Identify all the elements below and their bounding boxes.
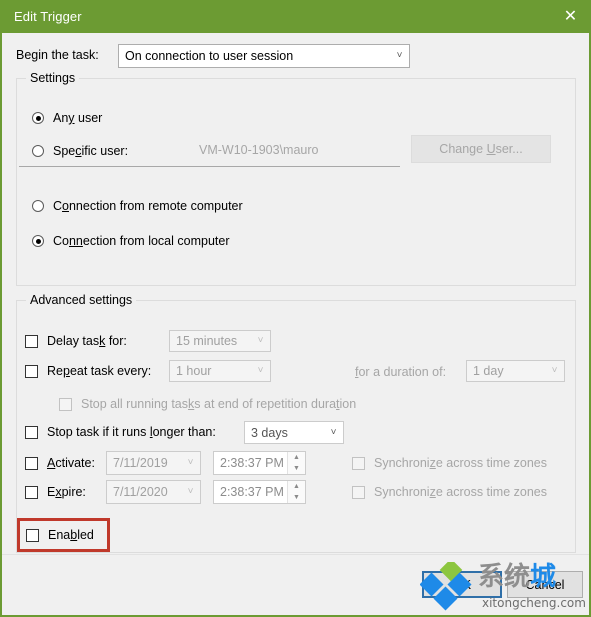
- spinner-buttons[interactable]: ▲ ▼: [287, 481, 305, 503]
- settings-group-legend: Settings: [26, 71, 80, 85]
- radio-connection-local[interactable]: Connection from local computer: [32, 234, 229, 248]
- change-user-button-label: Change User...: [439, 142, 523, 156]
- expire-time-value: 2:38:37 PM: [220, 485, 284, 499]
- radio-connection-local-label: Connection from local computer: [53, 234, 230, 248]
- spinner-down-icon[interactable]: ▼: [288, 463, 305, 474]
- checkbox-enabled-label: Enabled: [48, 528, 94, 542]
- checkbox-repeat-task[interactable]: Repeat task every:: [25, 364, 151, 378]
- checkbox-activate-sync-timezones[interactable]: Synchronize across time zones: [352, 456, 547, 470]
- radio-connection-remote[interactable]: Connection from remote computer: [32, 199, 243, 213]
- begin-task-row: Begin the task: On connection to user se…: [16, 44, 576, 68]
- enabled-highlight-box: Enabled: [17, 518, 110, 552]
- specific-user-field-underline: [19, 166, 400, 167]
- checkbox-expire-sync-timezones-label: Synchronize across time zones: [374, 485, 548, 499]
- chevron-down-icon: ˅: [257, 335, 264, 346]
- activate-date-value: 7/11/2019: [113, 456, 168, 470]
- begin-task-combo[interactable]: On connection to user session ˅: [118, 44, 410, 68]
- checkbox-repeat-task-label: Repeat task every:: [47, 364, 152, 378]
- checkbox-expire-sync-timezones-mark: [352, 485, 365, 499]
- checkbox-stop-all-running[interactable]: Stop all running tasks at end of repetit…: [59, 397, 356, 411]
- checkbox-stop-task-longer-label: Stop task if it runs longer than:: [47, 425, 216, 439]
- advanced-settings-group-legend: Advanced settings: [26, 293, 137, 307]
- cancel-button-label: Cancel: [525, 577, 565, 592]
- chevron-down-icon: ˅: [187, 486, 194, 497]
- checkbox-activate-label: Activate:: [47, 456, 95, 470]
- checkbox-expire-mark: [25, 485, 38, 499]
- radio-specific-user-mark: [32, 145, 44, 157]
- chevron-down-icon: ˅: [396, 50, 403, 61]
- radio-connection-remote-label: Connection from remote computer: [53, 199, 243, 213]
- spinner-up-icon[interactable]: ▲: [288, 481, 305, 492]
- chevron-down-icon: ˅: [257, 365, 264, 376]
- checkbox-stop-all-running-label: Stop all running tasks at end of repetit…: [81, 397, 357, 411]
- ok-button-label: OK: [452, 577, 472, 592]
- radio-connection-local-mark: [32, 235, 44, 247]
- stop-task-longer-combo[interactable]: 3 days ˅: [244, 421, 344, 444]
- repeat-task-combo-value: 1 hour: [176, 364, 212, 378]
- begin-task-combo-value: On connection to user session: [125, 49, 294, 63]
- expire-date-combo[interactable]: 7/11/2020 ˅: [106, 480, 201, 504]
- checkbox-repeat-task-mark: [25, 364, 38, 378]
- duration-combo-value: 1 day: [473, 364, 504, 378]
- repeat-task-combo[interactable]: 1 hour ˅: [169, 360, 271, 382]
- checkbox-delay-task-mark: [25, 334, 38, 348]
- dialog-body: Begin the task: On connection to user se…: [2, 33, 589, 614]
- cancel-button[interactable]: Cancel: [507, 571, 583, 598]
- title-bar: Edit Trigger ✕: [2, 0, 589, 33]
- radio-connection-remote-mark: [32, 200, 44, 212]
- activate-time-spinner[interactable]: 2:38:37 PM ▲ ▼: [213, 451, 306, 475]
- checkbox-delay-task[interactable]: Delay task for:: [25, 334, 127, 348]
- chevron-down-icon: ˅: [187, 457, 194, 468]
- activate-time-value: 2:38:37 PM: [220, 456, 284, 470]
- radio-any-user-label: Any user: [53, 111, 103, 125]
- change-user-button[interactable]: Change User...: [411, 135, 551, 163]
- checkbox-stop-task-longer[interactable]: Stop task if it runs longer than:: [25, 425, 216, 439]
- checkbox-expire[interactable]: Expire:: [25, 485, 86, 499]
- window-title: Edit Trigger: [14, 9, 82, 24]
- radio-specific-user[interactable]: Specific user:: [32, 144, 128, 158]
- delay-task-combo-value: 15 minutes: [176, 334, 238, 348]
- delay-task-combo[interactable]: 15 minutes ˅: [169, 330, 271, 352]
- radio-any-user-mark: [32, 112, 44, 124]
- edit-trigger-dialog: Edit Trigger ✕ Begin the task: On connec…: [0, 0, 591, 617]
- checkbox-stop-all-running-mark: [59, 397, 72, 411]
- checkbox-enabled[interactable]: Enabled: [26, 528, 94, 542]
- chevron-down-icon: ˅: [330, 426, 337, 438]
- settings-group: Settings: [16, 71, 576, 286]
- dialog-footer: OK Cancel: [2, 554, 589, 614]
- begin-task-label: Begin the task:: [16, 48, 99, 62]
- checkbox-expire-sync-timezones[interactable]: Synchronize across time zones: [352, 485, 547, 499]
- spinner-up-icon[interactable]: ▲: [288, 452, 305, 463]
- ok-button[interactable]: OK: [422, 571, 502, 598]
- activate-date-combo[interactable]: 7/11/2019 ˅: [106, 451, 201, 475]
- spinner-down-icon[interactable]: ▼: [288, 492, 305, 503]
- checkbox-stop-task-longer-mark: [25, 425, 38, 439]
- chevron-down-icon: ˅: [551, 365, 558, 376]
- checkbox-delay-task-label: Delay task for:: [47, 334, 127, 348]
- radio-any-user[interactable]: Any user: [32, 111, 102, 125]
- close-icon[interactable]: ✕: [548, 0, 589, 33]
- checkbox-activate-mark: [25, 456, 38, 470]
- checkbox-activate-sync-timezones-mark: [352, 456, 365, 470]
- checkbox-activate-sync-timezones-label: Synchronize across time zones: [374, 456, 548, 470]
- checkbox-activate[interactable]: Activate:: [25, 456, 95, 470]
- expire-date-value: 7/11/2020: [113, 485, 168, 499]
- checkbox-enabled-mark: [26, 528, 39, 542]
- checkbox-expire-label: Expire:: [47, 485, 86, 499]
- duration-label: for a duration of:: [355, 365, 447, 379]
- expire-time-spinner[interactable]: 2:38:37 PM ▲ ▼: [213, 480, 306, 504]
- duration-combo[interactable]: 1 day ˅: [466, 360, 565, 382]
- spinner-buttons[interactable]: ▲ ▼: [287, 452, 305, 474]
- specific-user-value: VM-W10-1903\mauro: [199, 143, 319, 157]
- radio-specific-user-label: Specific user:: [53, 144, 129, 158]
- stop-task-longer-combo-value: 3 days: [251, 425, 288, 440]
